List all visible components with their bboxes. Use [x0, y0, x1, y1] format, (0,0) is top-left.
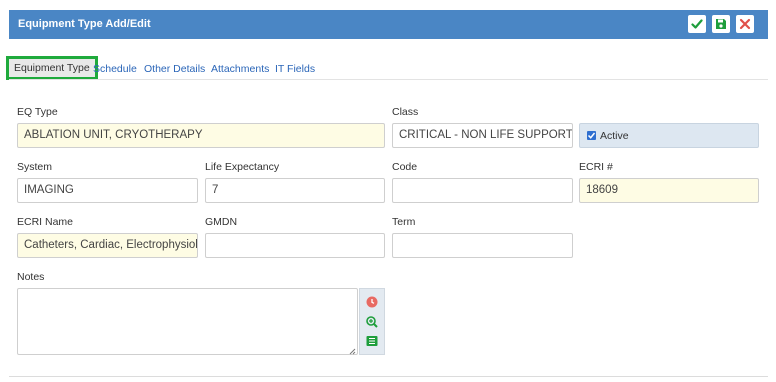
ecri-number-label: ECRI # [579, 161, 613, 173]
tab-equipment-type[interactable]: Equipment Type [6, 56, 98, 80]
confirm-button[interactable] [688, 15, 706, 33]
term-field[interactable] [392, 233, 573, 258]
ecri-name-field[interactable]: Catheters, Cardiac, Electrophysiolo [17, 233, 198, 258]
close-button[interactable] [736, 15, 754, 33]
active-checkbox-container[interactable]: Active [579, 123, 759, 148]
notes-textarea[interactable] [17, 288, 358, 355]
tab-divider [9, 79, 768, 80]
tab-it-fields[interactable]: IT Fields [275, 58, 315, 80]
notes-toolbar [359, 288, 385, 355]
system-field[interactable]: IMAGING [17, 178, 198, 203]
class-label: Class [392, 106, 419, 118]
code-label: Code [392, 161, 418, 173]
eq-type-label: EQ Type [17, 106, 58, 118]
tab-bar: Equipment Type Schedule Other Details At… [6, 56, 768, 80]
check-icon [691, 18, 703, 30]
save-button[interactable] [712, 15, 730, 33]
list-icon[interactable] [366, 335, 378, 347]
gmdn-field[interactable] [205, 233, 385, 258]
tab-schedule[interactable]: Schedule [93, 58, 137, 80]
bottom-divider [9, 376, 768, 377]
save-icon [715, 18, 727, 30]
window-titlebar: Equipment Type Add/Edit [9, 10, 768, 39]
eq-type-field[interactable]: ABLATION UNIT, CRYOTHERAPY [17, 123, 385, 148]
active-label: Active [600, 130, 629, 142]
close-icon [739, 18, 751, 30]
active-checkbox[interactable] [587, 131, 596, 140]
window-title: Equipment Type Add/Edit [18, 18, 151, 30]
term-label: Term [392, 216, 416, 228]
gmdn-label: GMDN [205, 216, 238, 228]
history-clock-icon[interactable] [366, 296, 378, 308]
code-field[interactable] [392, 178, 573, 203]
life-expectancy-label: Life Expectancy [205, 161, 280, 173]
notes-label: Notes [17, 271, 45, 283]
class-field[interactable]: CRITICAL - NON LIFE SUPPORT [392, 123, 573, 148]
tab-attachments[interactable]: Attachments [211, 58, 269, 80]
ecri-number-field[interactable]: 18609 [579, 178, 759, 203]
tab-other-details[interactable]: Other Details [144, 58, 205, 80]
ecri-name-label: ECRI Name [17, 216, 74, 228]
system-label: System [17, 161, 53, 173]
zoom-in-icon[interactable] [366, 316, 378, 328]
life-expectancy-field[interactable]: 7 [205, 178, 385, 203]
resize-grip-icon[interactable] [349, 346, 774, 380]
